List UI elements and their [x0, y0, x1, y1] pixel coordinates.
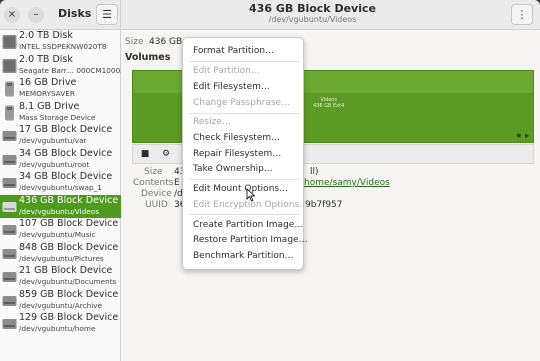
device-title: 436 GB Block Device — [249, 2, 376, 15]
header-left: × – Disks ☰ — [0, 0, 121, 30]
drive-name: 859 GB Block Device — [19, 288, 119, 300]
block-device-icon — [2, 201, 17, 212]
drive-name: 16 GB Drive — [19, 77, 77, 88]
volume-label: Videos 436 GB Ext4 — [313, 97, 344, 109]
menu-change-passphrase: Change Passphrase… — [193, 98, 291, 108]
block-device-icon — [2, 154, 17, 165]
drive-item[interactable]: 8.1 GB Drive Mass Storage Device — [0, 101, 121, 125]
drive-name: 21 GB Block Device — [19, 265, 113, 276]
menu-format-partition[interactable]: Format Partition… — [193, 46, 274, 56]
size-label: Size — [125, 37, 144, 47]
drive-item[interactable]: 859 GB Block Device /dev/vgubuntu/Archiv… — [0, 289, 121, 313]
ssd-icon — [2, 35, 17, 49]
menu-benchmark-partition[interactable]: Benchmark Partition… — [193, 251, 294, 261]
block-device-icon — [2, 248, 17, 259]
mount-point-link[interactable]: /home/samy/Videos — [301, 178, 390, 188]
drive-subtitle: /dev/vgubuntu/Music — [19, 230, 96, 239]
drive-name: 436 GB Block Device — [19, 194, 119, 206]
block-device-icon — [2, 131, 17, 141]
drive-name: 34 GB Block Device — [19, 171, 113, 182]
drive-name: 129 GB Block Device — [19, 312, 119, 323]
drive-subtitle: Seagate Barr… 000CM10002 — [19, 65, 125, 75]
drive-subtitle: /dev/vgubuntu/root — [19, 159, 90, 169]
drive-subtitle: /dev/vgubuntu/Pictures — [19, 253, 104, 263]
drive-name: 107 GB Block Device — [19, 218, 119, 229]
volumes-heading: Volumes — [125, 52, 171, 63]
menu-separator — [189, 214, 299, 215]
menu-take-ownership[interactable]: Take Ownership… — [193, 164, 273, 174]
header-bar: × – Disks ☰ 436 GB Block Device /dev/vgu… — [0, 0, 540, 30]
menu-resize: Resize… — [193, 117, 231, 127]
drive-item[interactable]: 34 GB Block Device /dev/vgubuntu/swap_1 — [0, 171, 121, 195]
size-value: 436 GB — [149, 37, 183, 47]
detail-contents-label: Contents — [133, 178, 174, 188]
drive-name: 848 GB Block Device — [19, 241, 119, 253]
drive-options-button[interactable]: ⋮ — [511, 4, 533, 25]
menu-repair-filesystem[interactable]: Repair Filesystem… — [193, 149, 281, 159]
gear-icon[interactable]: ⚙ — [157, 147, 175, 162]
drive-subtitle: /dev/vgubuntu/swap_1 — [19, 183, 102, 192]
block-device-icon — [2, 319, 17, 329]
block-device-icon — [2, 295, 17, 306]
detail-device-label: Device — [141, 189, 172, 199]
block-device-icon — [2, 225, 17, 235]
hamburger-menu-button[interactable]: ☰ — [96, 4, 118, 25]
app-title: Disks — [58, 7, 92, 20]
mouse-pointer-icon — [246, 188, 256, 202]
drive-name: 17 GB Block Device — [19, 124, 113, 135]
drive-item[interactable]: 2.0 TB Disk INTEL SSDPEKNW020T8 — [0, 30, 121, 54]
drive-item[interactable]: 16 GB Drive MEMORYSAVER — [0, 77, 121, 101]
drive-list: 2.0 TB Disk INTEL SSDPEKNW020T8 2.0 TB D… — [0, 30, 125, 361]
stop-icon[interactable]: ■ — [136, 147, 154, 162]
usb-drive-icon — [5, 105, 14, 120]
drive-subtitle: /dev/vgubuntu/Documents — [19, 277, 117, 286]
menu-edit-partition: Edit Partition… — [193, 66, 260, 76]
disks-window: × – Disks ☰ 436 GB Block Device /dev/vgu… — [0, 0, 540, 361]
minimize-button[interactable]: – — [28, 7, 44, 23]
drive-subtitle: /dev/vgubuntu/Videos — [19, 206, 100, 216]
detail-contents-value: E — [174, 178, 180, 188]
menu-separator — [189, 113, 299, 114]
menu-separator — [189, 61, 299, 62]
block-device-icon — [2, 272, 17, 282]
close-button[interactable]: × — [4, 7, 20, 23]
usb-drive-icon — [5, 81, 14, 97]
menu-restore-partition-image[interactable]: Restore Partition Image… — [193, 235, 308, 245]
detail-size-tail: ll) — [310, 167, 319, 177]
block-device-icon — [2, 178, 17, 188]
detail-size-label: Size — [144, 167, 163, 177]
device-subtitle: /dev/vgubuntu/Videos — [268, 15, 357, 24]
drive-subtitle: /dev/vgubuntu/home — [19, 324, 96, 333]
menu-create-partition-image[interactable]: Create Partition Image… — [193, 220, 303, 230]
menu-check-filesystem[interactable]: Check Filesystem… — [193, 133, 280, 143]
drive-subtitle: Mass Storage Device — [19, 112, 96, 122]
drive-item[interactable]: 34 GB Block Device /dev/vgubuntu/root — [0, 148, 121, 172]
menu-separator — [189, 179, 299, 180]
partition-options-menu: Format Partition… Edit Partition… Edit F… — [182, 37, 308, 270]
detail-uuid-tail: 9b7f957 — [305, 200, 343, 210]
drive-item[interactable]: 17 GB Block Device /dev/vgubuntu/var — [0, 124, 121, 148]
drive-item[interactable]: 129 GB Block Device /dev/vgubuntu/home — [0, 312, 121, 336]
drive-item[interactable]: 848 GB Block Device /dev/vgubuntu/Pictur… — [0, 242, 121, 266]
detail-uuid-label: UUID — [145, 200, 168, 210]
drive-item[interactable]: 107 GB Block Device /dev/vgubuntu/Music — [0, 218, 121, 242]
menu-edit-mount-options[interactable]: Edit Mount Options… — [193, 184, 288, 194]
menu-edit-filesystem[interactable]: Edit Filesystem… — [193, 82, 270, 92]
drive-subtitle: INTEL SSDPEKNW020T8 — [19, 42, 107, 51]
drive-subtitle: /dev/vgubuntu/Archive — [19, 300, 103, 310]
mounted-star-icon: ★ ▸ — [515, 131, 529, 140]
drive-name: 34 GB Block Device — [19, 147, 113, 159]
drive-subtitle: /dev/vgubuntu/var — [19, 136, 87, 145]
drive-subtitle: MEMORYSAVER — [19, 89, 75, 98]
drive-item-selected[interactable]: 436 GB Block Device /dev/vgubuntu/Videos — [0, 194, 121, 218]
drive-item[interactable]: 21 GB Block Device /dev/vgubuntu/Documen… — [0, 265, 121, 289]
drive-item[interactable]: 2.0 TB Disk Seagate Barr… 000CM10002 — [0, 53, 125, 78]
drive-name: 8.1 GB Drive — [19, 100, 80, 112]
drive-name: 2.0 TB Disk — [19, 53, 73, 65]
ssd-icon — [2, 58, 17, 73]
drive-name: 2.0 TB Disk — [19, 30, 73, 41]
volume-desc: 436 GB Ext4 — [313, 103, 345, 109]
